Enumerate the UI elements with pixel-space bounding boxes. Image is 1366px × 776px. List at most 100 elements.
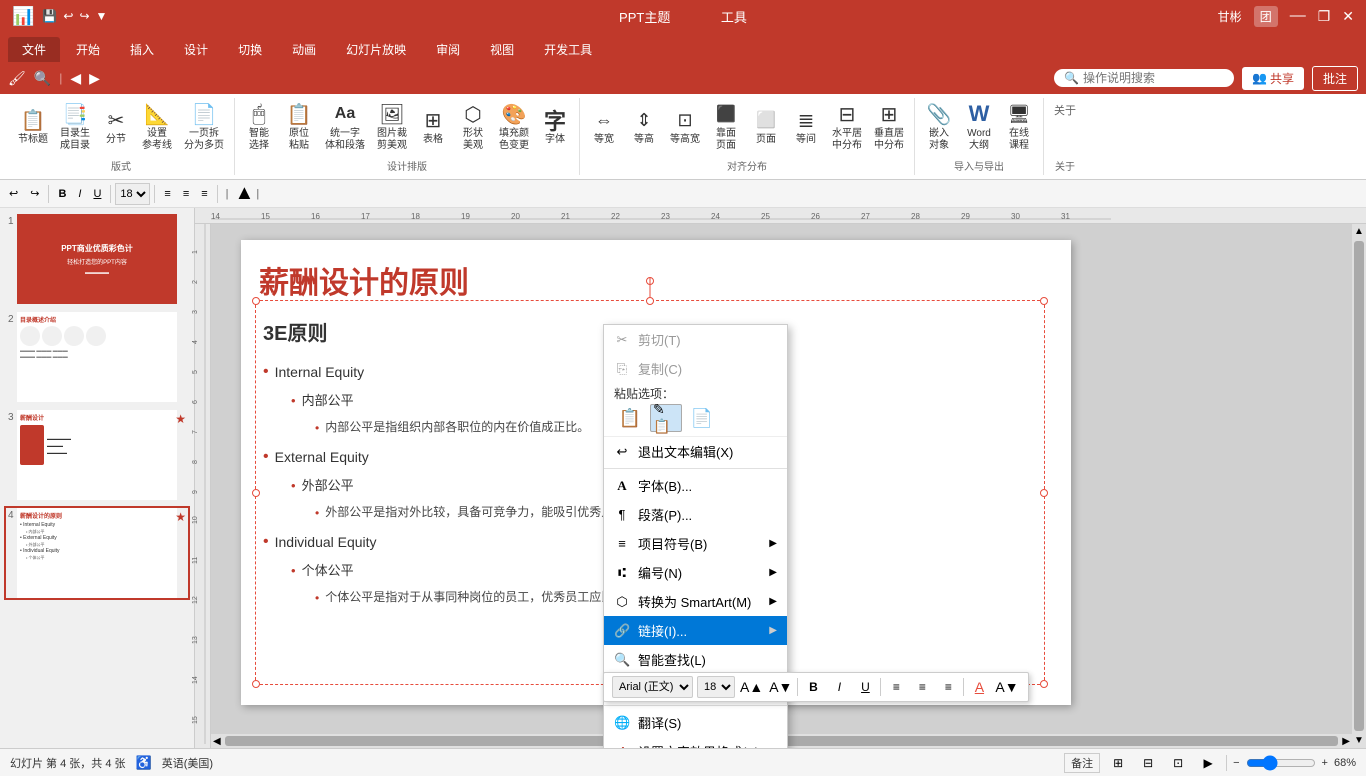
ribbon-online-course[interactable]: 🖥 在线课程 — [1001, 98, 1037, 154]
ribbon-v-center[interactable]: ⊞ 垂直居中分布 — [870, 98, 908, 154]
ribbon-equal-height[interactable]: ⇕ 等高 — [626, 104, 662, 148]
tab-insert[interactable]: 插入 — [116, 37, 168, 62]
tab-transition[interactable]: 切换 — [224, 37, 276, 62]
ctx-cut[interactable]: ✂ 剪切(T) — [604, 325, 787, 354]
ribbon-equal-size[interactable]: ⊡ 等高宽 — [666, 104, 704, 148]
mini-font-decrease[interactable]: A▼ — [768, 676, 793, 698]
quick-redo[interactable]: ↪ — [79, 9, 89, 23]
ctx-exit-edit[interactable]: ↩ 退出文本编辑(X) — [604, 437, 787, 466]
slide-thumb-1[interactable]: 1 PPT商业优质彩色计 轻松打造您的PPT内容 ▬▬▬▬ — [4, 212, 190, 306]
team-icon[interactable]: 团 — [1254, 6, 1278, 27]
tab-review[interactable]: 审阅 — [422, 37, 474, 62]
slide-thumb-2[interactable]: 2 目录概述介绍 ▬▬▬ ▬▬▬ ▬▬▬ ▬▬▬ ▬▬▬ ▬▬▬ — [4, 310, 190, 404]
mini-font-color[interactable]: A — [968, 676, 990, 698]
mini-font-name-select[interactable]: Arial (正文) — [612, 676, 693, 698]
align-right-icon[interactable]: ▶ — [89, 70, 100, 87]
mini-bold-button[interactable]: B — [802, 676, 824, 698]
mini-font-increase[interactable]: A▲ — [739, 676, 764, 698]
ribbon-table[interactable]: ⊞ 表格 — [415, 104, 451, 148]
comment-button[interactable]: 批注 — [1312, 66, 1358, 91]
view-normal-button[interactable]: ⊞ — [1106, 752, 1130, 774]
redo-button[interactable]: ↪ — [25, 183, 44, 205]
ribbon-equal-width[interactable]: ⇔ 等宽 — [586, 104, 622, 148]
ctx-font[interactable]: A 字体(B)... — [604, 471, 787, 500]
ribbon-fit-page[interactable]: ⬛ 靠面页面 — [708, 98, 744, 154]
ribbon-split[interactable]: 📄 一页拆分为多页 — [180, 98, 228, 154]
ribbon-font-icon[interactable]: 字 字体 — [537, 104, 573, 148]
accessibility-icon[interactable]: ♿ — [136, 755, 152, 771]
mini-align-right[interactable]: ≡ — [937, 676, 959, 698]
font-size-select[interactable]: 182432 — [115, 183, 150, 205]
ribbon-h-center[interactable]: ⊟ 水平居中分布 — [828, 98, 866, 154]
quick-save[interactable]: 💾 — [42, 9, 57, 23]
align-left-icon[interactable]: ◀ — [70, 70, 81, 87]
view-slideshow-button[interactable]: ▶ — [1196, 752, 1220, 774]
ctx-smartart[interactable]: ⬡ 转换为 SmartArt(M) ▶ — [604, 587, 787, 616]
bold-button[interactable]: B — [53, 183, 71, 205]
ctx-smart-find[interactable]: 🔍 智能查找(L) — [604, 645, 787, 674]
tab-start[interactable]: 开始 — [62, 37, 114, 62]
tab-dev[interactable]: 开发工具 — [530, 37, 606, 62]
quick-more[interactable]: ▼ — [96, 9, 108, 23]
zoom-slider[interactable] — [1246, 755, 1316, 771]
ribbon-equal-space[interactable]: ≣ 等间 — [788, 104, 824, 148]
ctx-link[interactable]: 🔗 链接(I)... ▶ — [604, 616, 787, 645]
tab-view[interactable]: 视图 — [476, 37, 528, 62]
tab-animation[interactable]: 动画 — [278, 37, 330, 62]
scroll-right[interactable]: ▲ ▼ — [1352, 224, 1366, 748]
ribbon-guides[interactable]: 📐 设置参考线 — [138, 98, 176, 154]
slide-thumb-4[interactable]: 4 ★ 薪酬设计的原则 • Internal Equity • 内部公平 • E… — [4, 506, 190, 600]
tab-slideshow[interactable]: 幻灯片放映 — [332, 37, 420, 62]
ctx-translate[interactable]: 🌐 翻译(S) — [604, 708, 787, 737]
ribbon-paste-pos[interactable]: 📋 原位粘贴 — [281, 98, 317, 154]
tab-design[interactable]: 设计 — [170, 37, 222, 62]
mini-underline-button[interactable]: U — [854, 676, 876, 698]
ribbon-section[interactable]: ✂ 分节 — [98, 104, 134, 148]
view-reading-button[interactable]: ⊡ — [1166, 752, 1190, 774]
canvas-area[interactable]: 薪酬设计的原则 — [211, 224, 1366, 748]
align-center-button[interactable]: ≡ — [178, 183, 194, 205]
mini-highlight[interactable]: A▼ — [994, 676, 1019, 698]
svg-text:31: 31 — [1061, 212, 1070, 221]
mini-align-left[interactable]: ≡ — [885, 676, 907, 698]
slide-thumb-3[interactable]: 3 ★ 薪酬设计 ▬▬▬▬▬▬ ▬▬▬▬ ▬▬▬▬▬ — [4, 408, 190, 502]
ribbon-crop[interactable]: 🖼 图片裁剪美观 — [373, 98, 411, 154]
share-button[interactable]: 👥 共享 — [1242, 67, 1304, 90]
view-slide-sorter-button[interactable]: ⊟ — [1136, 752, 1160, 774]
undo-button[interactable]: ↩ — [4, 183, 23, 205]
zoom-in-icon[interactable]: + — [1322, 757, 1328, 769]
paste-icon-1[interactable]: 📋 — [614, 404, 646, 432]
minimize-button[interactable]: — — [1290, 7, 1306, 25]
format-painter-icon[interactable]: 🖌 — [8, 70, 26, 87]
ribbon-word[interactable]: W Word大纲 — [961, 98, 997, 154]
ribbon-shape[interactable]: ⬡ 形状美观 — [455, 98, 491, 154]
search-input[interactable] — [1083, 71, 1213, 85]
ctx-bullets[interactable]: ≡ 项目符号(B) ▶ — [604, 529, 787, 558]
mini-font-size-select[interactable]: 18 — [697, 676, 735, 698]
ribbon-section-title[interactable]: 📋 节标题 — [14, 104, 52, 148]
ctx-numbering[interactable]: ⑆ 编号(N) ▶ — [604, 558, 787, 587]
ribbon-fill-color[interactable]: 🎨 填充颜色变更 — [495, 98, 533, 154]
ribbon-embed[interactable]: 📎 嵌入对象 — [921, 98, 957, 154]
paste-icon-2[interactable]: ✎📋 — [650, 404, 682, 432]
close-button[interactable]: ✕ — [1342, 8, 1354, 25]
mini-align-center[interactable]: ≡ — [911, 676, 933, 698]
restore-button[interactable]: ❐ — [1318, 8, 1331, 25]
ctx-paragraph[interactable]: ¶ 段落(P)... — [604, 500, 787, 529]
underline-button[interactable]: U — [88, 183, 106, 205]
ctx-copy[interactable]: ⎘ 复制(C) — [604, 354, 787, 383]
quick-undo[interactable]: ↩ — [63, 9, 73, 23]
italic-button[interactable]: I — [73, 183, 86, 205]
ribbon-toc[interactable]: 📑 目录生成目录 — [56, 98, 94, 154]
zoom-icon[interactable]: 🔍 — [34, 70, 51, 87]
mini-italic-button[interactable]: I — [828, 676, 850, 698]
ctx-text-effect[interactable]: A 设置文字效果格式(S)... — [604, 737, 787, 748]
tab-file[interactable]: 文件 — [8, 37, 60, 62]
ribbon-unify-font[interactable]: Aa 统一字体和段落 — [321, 98, 369, 154]
align-left-button[interactable]: ≡ — [159, 183, 175, 205]
paste-icon-3[interactable]: 📄 — [686, 404, 718, 432]
ribbon-smart-select[interactable]: 🖱 智能选择 — [241, 98, 277, 154]
zoom-out-icon[interactable]: − — [1233, 757, 1239, 769]
align-right-button[interactable]: ≡ — [196, 183, 212, 205]
ribbon-fit-slide[interactable]: ⬜ 页面 — [748, 104, 784, 148]
